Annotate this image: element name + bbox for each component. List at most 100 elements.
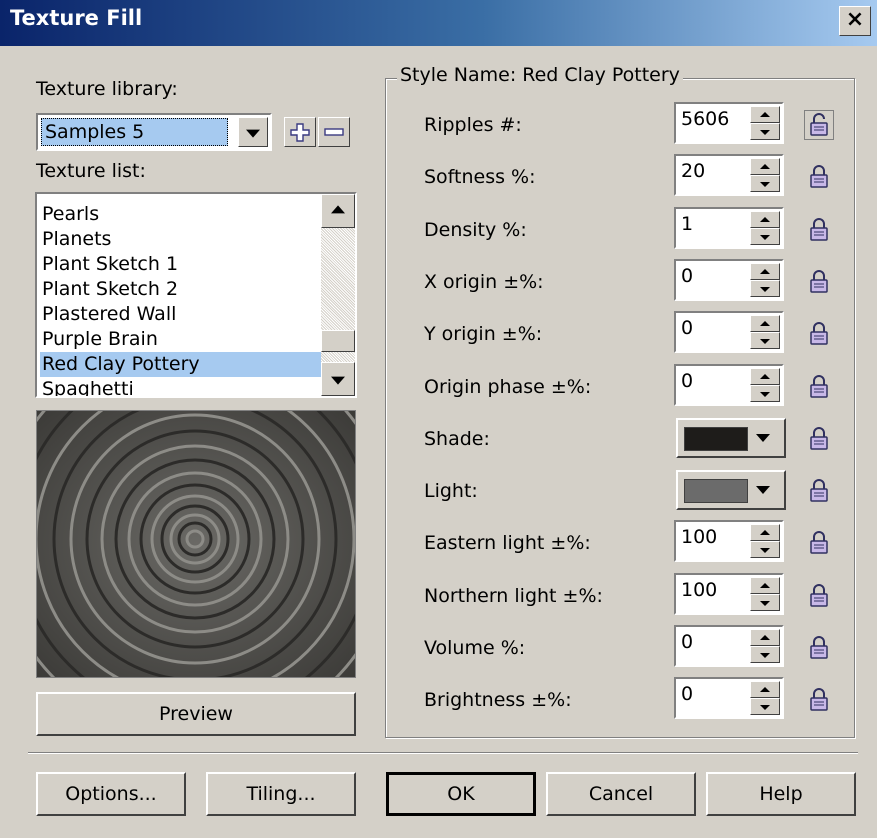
spin-up-button[interactable] — [750, 263, 780, 280]
param-spin-field[interactable]: 0 — [674, 259, 784, 301]
spin-down-button[interactable] — [750, 123, 780, 140]
param-spin-field[interactable]: 100 — [674, 573, 784, 615]
lock-icon — [810, 427, 828, 450]
list-item[interactable]: Plant Sketch 2 — [40, 277, 326, 302]
scroll-up-button[interactable] — [321, 194, 355, 228]
param-value[interactable]: 0 — [681, 683, 693, 705]
lock-toggle-button[interactable] — [804, 319, 834, 349]
lock-toggle-button[interactable] — [804, 685, 834, 715]
color-picker-button[interactable] — [676, 470, 786, 510]
spin-up-button[interactable] — [750, 368, 780, 385]
cancel-button[interactable]: Cancel — [546, 772, 696, 816]
list-item[interactable]: Plant Sketch 1 — [40, 252, 326, 277]
remove-library-button[interactable] — [318, 117, 350, 147]
spin-down-button[interactable] — [750, 594, 780, 611]
texture-library-select[interactable]: Samples 5 — [36, 113, 272, 151]
lock-icon — [810, 531, 828, 554]
lock-icon — [804, 110, 834, 140]
color-picker-button[interactable] — [676, 418, 786, 458]
spin-up-button[interactable] — [750, 681, 780, 698]
tiling-button[interactable]: Tiling... — [206, 772, 356, 816]
spin-up-icon — [760, 216, 770, 222]
param-value[interactable]: 0 — [681, 317, 693, 339]
lock-toggle-button[interactable] — [804, 372, 834, 402]
lock-toggle-button[interactable] — [804, 424, 834, 454]
spin-down-button[interactable] — [750, 175, 780, 192]
param-spin-field[interactable]: 0 — [674, 364, 784, 406]
lock-toggle-button[interactable] — [804, 581, 834, 611]
spin-up-button[interactable] — [750, 577, 780, 594]
param-spin-field[interactable]: 0 — [674, 625, 784, 667]
list-item[interactable]: Spaghetti — [40, 377, 326, 396]
minus-icon — [324, 128, 344, 136]
options-button[interactable]: Options... — [36, 772, 186, 816]
lock-icon — [810, 218, 828, 241]
lock-toggle-button[interactable] — [804, 267, 834, 297]
spin-up-button[interactable] — [750, 315, 780, 332]
help-button[interactable]: Help — [706, 772, 856, 816]
scroll-up-icon — [331, 205, 345, 214]
param-value[interactable]: 20 — [681, 160, 705, 182]
dropdown-arrow-button[interactable] — [238, 117, 268, 147]
spin-up-button[interactable] — [750, 524, 780, 541]
add-library-button[interactable] — [284, 117, 316, 147]
scroll-thumb[interactable] — [321, 330, 355, 352]
spin-up-button[interactable] — [750, 629, 780, 646]
spin-down-button[interactable] — [750, 385, 780, 402]
spin-down-icon — [760, 704, 770, 710]
spin-down-icon — [760, 652, 770, 658]
spin-down-icon — [760, 234, 770, 240]
ok-button[interactable]: OK — [386, 772, 536, 816]
param-spin-field[interactable]: 20 — [674, 154, 784, 196]
spin-down-button[interactable] — [750, 332, 780, 349]
spin-down-button[interactable] — [750, 646, 780, 663]
spin-down-button[interactable] — [750, 280, 780, 297]
texture-list[interactable]: Pearls Planets Plant Sketch 1 Plant Sket… — [35, 192, 357, 398]
param-label: Softness %: — [424, 166, 536, 188]
texture-list-scrollbar[interactable] — [321, 194, 355, 396]
spin-down-button[interactable] — [750, 228, 780, 245]
param-spin-field[interactable]: 0 — [674, 311, 784, 353]
spin-up-icon — [760, 529, 770, 535]
param-spin-field[interactable]: 5606 — [674, 102, 784, 144]
list-item[interactable]: Purple Brain — [40, 327, 326, 352]
list-item[interactable]: Pearls — [40, 202, 326, 227]
lock-icon — [810, 584, 828, 607]
spin-up-button[interactable] — [750, 158, 780, 175]
scroll-down-button[interactable] — [321, 362, 355, 396]
spin-up-button[interactable] — [750, 211, 780, 228]
texture-library-value: Samples 5 — [41, 118, 228, 146]
lock-toggle-button[interactable] — [804, 110, 834, 140]
param-spin-field[interactable]: 0 — [674, 677, 784, 719]
spin-up-button[interactable] — [750, 106, 780, 123]
param-value[interactable]: 1 — [681, 213, 693, 235]
param-label: Eastern light ±%: — [424, 532, 591, 554]
param-label: Density %: — [424, 219, 527, 241]
lock-toggle-button[interactable] — [804, 633, 834, 663]
spin-down-icon — [760, 600, 770, 606]
param-value[interactable]: 100 — [681, 526, 717, 548]
list-item-selected[interactable]: Red Clay Pottery — [40, 352, 326, 377]
param-value[interactable]: 100 — [681, 579, 717, 601]
spin-down-icon — [760, 286, 770, 292]
lock-toggle-button[interactable] — [804, 215, 834, 245]
param-value[interactable]: 0 — [681, 370, 693, 392]
lock-icon — [810, 479, 828, 502]
param-value[interactable]: 0 — [681, 265, 693, 287]
close-button[interactable]: × — [839, 6, 871, 36]
lock-toggle-button[interactable] — [804, 162, 834, 192]
param-value[interactable]: 5606 — [681, 108, 729, 130]
param-spin-field[interactable]: 100 — [674, 520, 784, 562]
window-title: Texture Fill — [10, 6, 143, 30]
param-value[interactable]: 0 — [681, 631, 693, 653]
lock-toggle-button[interactable] — [804, 476, 834, 506]
spin-down-button[interactable] — [750, 541, 780, 558]
param-spin-field[interactable]: 1 — [674, 207, 784, 249]
lock-icon — [810, 688, 828, 711]
list-item[interactable]: Planets — [40, 227, 326, 252]
param-label: Ripples #: — [424, 114, 522, 136]
lock-toggle-button[interactable] — [804, 528, 834, 558]
spin-down-button[interactable] — [750, 698, 780, 715]
preview-button[interactable]: Preview — [36, 692, 356, 736]
list-item[interactable]: Plastered Wall — [40, 302, 326, 327]
